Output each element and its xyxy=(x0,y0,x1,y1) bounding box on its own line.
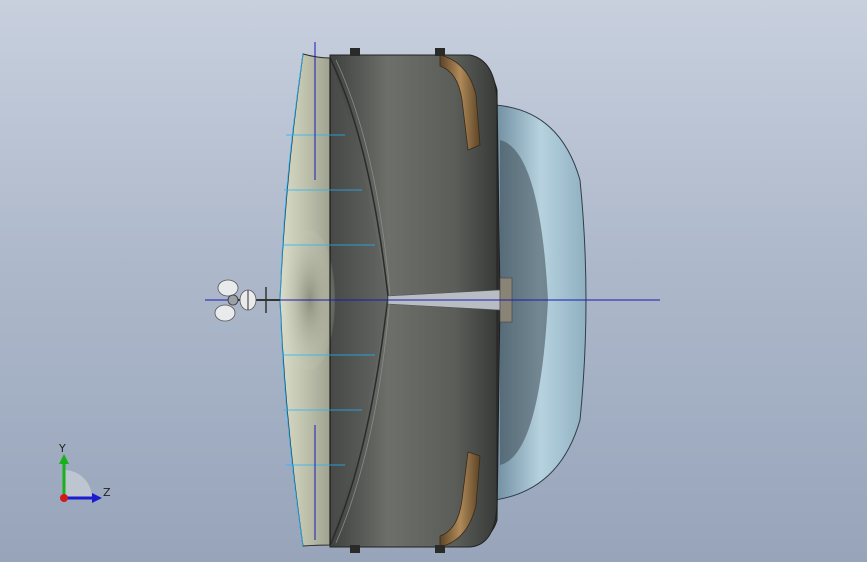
triad-y-label: Y xyxy=(59,442,66,455)
model-render[interactable] xyxy=(0,0,867,562)
triad-z-label: Z xyxy=(103,486,111,499)
orientation-triad[interactable]: Y Z xyxy=(50,440,120,510)
3d-viewport[interactable]: Y Z xyxy=(0,0,867,562)
